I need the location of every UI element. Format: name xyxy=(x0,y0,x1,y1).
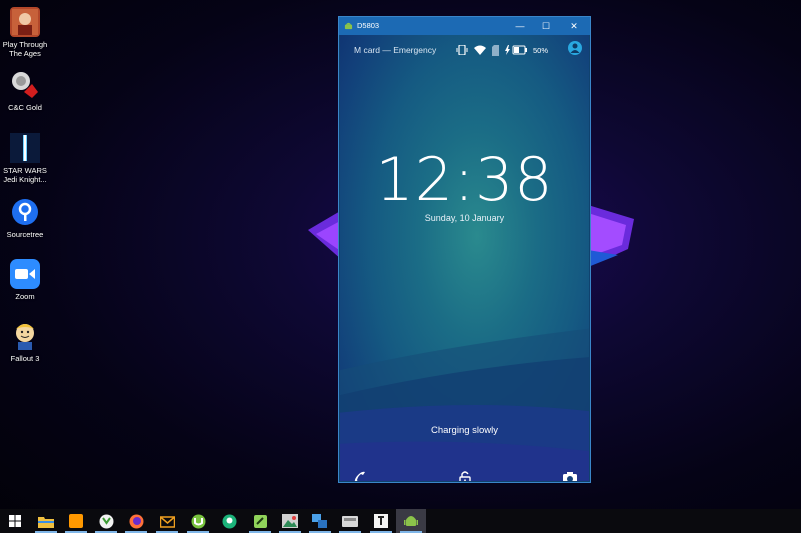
desktop-icon-label: Sourcetree xyxy=(6,230,44,239)
battery-charging-icon xyxy=(505,45,527,55)
status-icons: 50% xyxy=(456,43,548,57)
status-bar: M card — Emergency 50% xyxy=(340,35,589,65)
desktop-icon-zoom[interactable]: Zoom xyxy=(0,259,50,301)
android-emulator-icon xyxy=(404,516,418,526)
minimize-button[interactable]: — xyxy=(509,19,531,33)
desktop-icon-label: Zoom xyxy=(15,292,35,301)
play-through-the-ages-icon xyxy=(10,7,40,37)
camera-icon[interactable] xyxy=(562,470,578,481)
lockscreen-clock: 12:38 xyxy=(375,145,554,215)
notepad-plus-icon xyxy=(253,514,267,528)
taskbar-typora[interactable] xyxy=(366,509,396,533)
carrier-text: M card — Emergency xyxy=(354,45,437,55)
network-icon xyxy=(312,514,327,528)
wallpaper-waves xyxy=(340,328,589,481)
windows-start-icon xyxy=(9,515,21,527)
desktop-icon-label: Play Through The Ages xyxy=(2,40,48,58)
file-explorer-icon xyxy=(38,516,54,528)
taskbar-disk-tool[interactable] xyxy=(335,509,365,533)
emulator-window[interactable]: D5803 — ☐ ✕ M card — Emergency 50% 12:38 xyxy=(339,17,590,482)
user-avatar-icon[interactable] xyxy=(568,41,582,55)
taskbar xyxy=(0,509,801,533)
taskbar-firefox[interactable] xyxy=(121,509,151,533)
sim-icon xyxy=(492,44,499,56)
firefox-icon xyxy=(129,514,143,528)
taskbar-notepad-plus[interactable] xyxy=(245,509,275,533)
close-button[interactable]: ✕ xyxy=(563,19,585,33)
maximize-button[interactable]: ☐ xyxy=(535,19,557,33)
desktop-icon-label: C&C Gold xyxy=(8,103,42,112)
phone-icon[interactable] xyxy=(352,470,368,481)
phone-screen[interactable]: M card — Emergency 50% 12:38 Sunday, 10 … xyxy=(340,35,589,481)
disk-tool-icon xyxy=(342,516,358,527)
window-title: D5803 xyxy=(357,21,380,30)
desktop-icon-label: STAR WARS Jedi Knight... xyxy=(3,166,47,184)
android-icon xyxy=(344,22,353,30)
typora-icon xyxy=(374,514,388,528)
lockscreen-date: Sunday, 10 January xyxy=(424,213,505,223)
desktop-icon-label: Fallout 3 xyxy=(10,354,40,363)
sublime-text-icon xyxy=(69,514,83,528)
desktop-icon-star-wars[interactable]: STAR WARS Jedi Knight... xyxy=(0,133,50,184)
gitkraken-icon xyxy=(222,514,236,528)
taskbar-utorrent-green[interactable] xyxy=(91,509,121,533)
taskbar-gitkraken[interactable] xyxy=(214,509,244,533)
cnc-gold-icon xyxy=(10,70,40,100)
taskbar-utorrent[interactable] xyxy=(183,509,213,533)
taskbar-android-emulator[interactable] xyxy=(396,509,426,533)
image-viewer-icon xyxy=(282,514,298,528)
wallpaper-shape-right xyxy=(588,205,634,267)
wallpaper-shape-left xyxy=(308,210,342,260)
utorrent-green-icon xyxy=(99,514,113,528)
taskbar-image-viewer[interactable] xyxy=(275,509,305,533)
taskbar-file-explorer[interactable] xyxy=(31,509,61,533)
sourcetree-icon xyxy=(10,197,40,227)
window-titlebar[interactable]: D5803 — ☐ ✕ xyxy=(339,17,590,35)
zoom-icon xyxy=(10,259,40,289)
desktop-icon-fallout-3[interactable]: Fallout 3 xyxy=(0,321,50,363)
taskbar-network[interactable] xyxy=(305,509,335,533)
desktop-icon-play-through-the-ages[interactable]: Play Through The Ages xyxy=(0,7,50,58)
desktop-icon-cnc-gold[interactable]: C&C Gold xyxy=(0,70,50,112)
start-button[interactable] xyxy=(0,509,30,533)
mail-icon xyxy=(159,515,175,528)
taskbar-sublime-text[interactable] xyxy=(61,509,91,533)
taskbar-mail[interactable] xyxy=(152,509,182,533)
charging-status: Charging slowly xyxy=(430,425,499,436)
unlock-icon[interactable] xyxy=(457,470,473,481)
star-wars-icon xyxy=(10,133,40,163)
wifi-icon xyxy=(474,45,486,55)
desktop-icon-sourcetree[interactable]: Sourcetree xyxy=(0,197,50,239)
utorrent-icon xyxy=(191,514,205,528)
vibrate-icon xyxy=(456,45,468,55)
fallout-3-icon xyxy=(10,321,40,351)
battery-percent: 50% xyxy=(533,45,549,55)
